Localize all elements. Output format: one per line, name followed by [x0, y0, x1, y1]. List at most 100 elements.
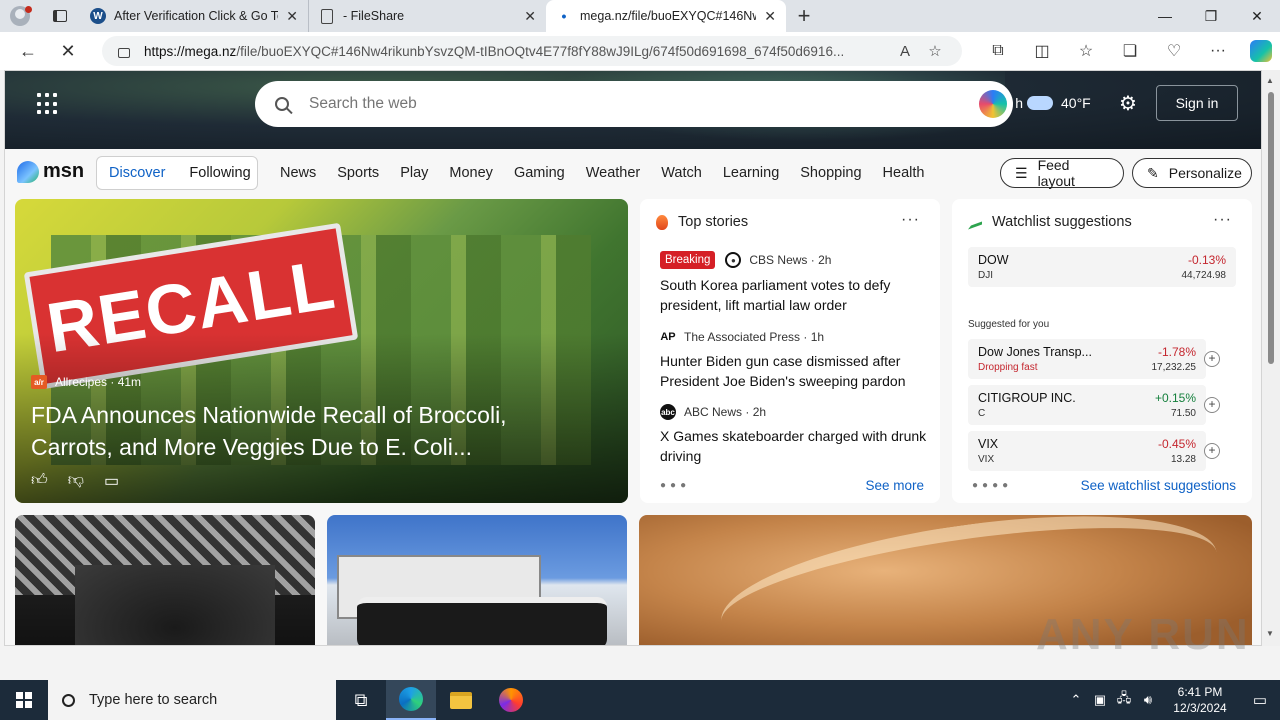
watchlist-suggestion-row[interactable]: VIX VIX -0.45% 13.28 +: [968, 431, 1220, 471]
taskbar-search-box[interactable]: Type here to search: [48, 680, 336, 720]
category-shopping[interactable]: Shopping: [800, 165, 861, 181]
weather-widget[interactable]: 40°F: [1027, 95, 1091, 111]
more-options-icon[interactable]: ···: [901, 211, 920, 229]
web-search-box[interactable]: h: [255, 81, 1023, 127]
story-item[interactable]: Breaking ● CBS News · 2h South Korea par…: [660, 251, 930, 315]
thumbs-up-icon[interactable]: 👍︎: [31, 471, 48, 491]
see-more-link[interactable]: See more: [865, 478, 924, 493]
news-image-card[interactable]: [15, 515, 315, 645]
msn-logo[interactable]: msn: [17, 160, 84, 183]
close-tab-icon[interactable]: ✕: [524, 8, 536, 25]
category-weather[interactable]: Weather: [586, 165, 641, 181]
category-list: News Sports Play Money Gaming Weather Wa…: [280, 165, 945, 181]
stock-chart-icon: [968, 214, 982, 230]
app-launcher-icon[interactable]: [37, 93, 59, 115]
chevron-up-icon[interactable]: ⌃: [1064, 692, 1088, 708]
bing-copilot-icon[interactable]: [979, 90, 1007, 118]
carousel-dots[interactable]: ●●●: [660, 480, 690, 491]
category-money[interactable]: Money: [449, 165, 493, 181]
close-tab-icon[interactable]: ✕: [764, 8, 776, 25]
collections-icon[interactable]: ❏: [1108, 41, 1152, 61]
taskbar-edge[interactable]: [386, 680, 436, 720]
tab-fileshare[interactable]: - FileShare ✕: [308, 0, 546, 32]
minimize-button[interactable]: —: [1142, 0, 1188, 32]
notifications-icon[interactable]: ▭: [1240, 691, 1280, 709]
category-gaming[interactable]: Gaming: [514, 165, 565, 181]
comment-icon[interactable]: ▭: [104, 471, 119, 491]
wordpress-icon: W: [90, 8, 106, 24]
category-watch[interactable]: Watch: [661, 165, 702, 181]
close-window-button[interactable]: ✕: [1234, 0, 1280, 32]
close-tab-icon[interactable]: ✕: [286, 8, 298, 25]
tab-actions-button[interactable]: [40, 0, 80, 32]
story-item[interactable]: AP The Associated Press · 1h Hunter Bide…: [660, 329, 930, 391]
system-clock[interactable]: 6:41 PM 12/3/2024: [1160, 684, 1240, 716]
scroll-down-icon[interactable]: ▼: [1266, 629, 1274, 638]
profile-button[interactable]: [0, 0, 40, 32]
tab-following[interactable]: Following: [177, 165, 262, 181]
anyrun-watermark: ANY RUN: [1036, 610, 1250, 659]
browser-essentials-icon[interactable]: ♡: [1152, 41, 1196, 61]
add-to-watchlist-icon[interactable]: +: [1204, 443, 1220, 459]
favorite-star-icon[interactable]: ☆: [920, 42, 950, 60]
featured-story-card[interactable]: RECALL a/r Allrecipes · 41m FDA Announce…: [15, 199, 628, 503]
copilot-icon[interactable]: [1250, 40, 1272, 62]
restore-button[interactable]: ❐: [1188, 0, 1234, 32]
folder-icon: [450, 691, 472, 709]
search-input[interactable]: [309, 95, 949, 113]
network-icon[interactable]: 🖧: [1112, 689, 1136, 711]
watchlist-row-dow[interactable]: DOW DJI -0.13% 44,724.98: [968, 247, 1236, 287]
scrollbar-thumb[interactable]: [1268, 92, 1274, 364]
personalize-button[interactable]: ✎ Personalize: [1132, 158, 1252, 188]
document-icon: [321, 8, 333, 24]
top-stories-card: Top stories ··· Breaking ● CBS News · 2h…: [640, 199, 940, 503]
category-news[interactable]: News: [280, 165, 316, 181]
carousel-dots[interactable]: ●●●●: [972, 480, 1012, 491]
extensions-icon[interactable]: ⧉: [976, 42, 1020, 60]
vertical-scrollbar[interactable]: ▲ ▼: [1262, 70, 1280, 646]
category-learning[interactable]: Learning: [723, 165, 779, 181]
watchlist-suggestion-row[interactable]: Dow Jones Transp... Dropping fast -1.78%…: [968, 339, 1220, 379]
category-health[interactable]: Health: [883, 165, 925, 181]
see-watchlist-link[interactable]: See watchlist suggestions: [1081, 478, 1236, 493]
back-button[interactable]: ←: [8, 32, 48, 70]
add-to-watchlist-icon[interactable]: +: [1204, 397, 1220, 413]
read-aloud-icon[interactable]: A: [890, 43, 920, 60]
gear-icon[interactable]: ⚙: [1117, 93, 1139, 115]
stop-loading-button[interactable]: ✕: [48, 32, 88, 70]
start-button[interactable]: [0, 680, 48, 720]
scroll-up-icon[interactable]: ▲: [1266, 76, 1274, 85]
featured-headline[interactable]: FDA Announces Nationwide Recall of Brocc…: [31, 399, 591, 463]
tab-wordpress[interactable]: W After Verification Click & Go To D ✕: [80, 0, 308, 32]
thumbs-down-icon[interactable]: 👎︎: [68, 471, 84, 491]
volume-icon[interactable]: 🔊︎: [1136, 692, 1160, 708]
tab-title: mega.nz/file/buoEXYQC#146Nw: [580, 9, 757, 23]
loading-icon: •: [561, 8, 567, 24]
category-play[interactable]: Play: [400, 165, 428, 181]
windows-taskbar: Type here to search ⧉ ⌃ ▣ 🖧 🔊︎ 6:41 PM 1…: [0, 680, 1280, 720]
windows-logo-icon: [16, 692, 32, 708]
tab-discover[interactable]: Discover: [97, 165, 177, 181]
lock-icon: [118, 48, 130, 58]
url-field[interactable]: https://mega.nz/file/buoEXYQC#146Nw4riku…: [102, 36, 962, 66]
taskbar-firefox[interactable]: [486, 680, 536, 720]
taskbar-file-explorer[interactable]: [436, 680, 486, 720]
story-item[interactable]: abc ABC News · 2h X Games skateboarder c…: [660, 404, 930, 466]
watchlist-suggestion-row[interactable]: CITIGROUP INC. C +0.15% 71.50 +: [968, 385, 1220, 425]
more-options-icon[interactable]: ···: [1213, 211, 1232, 229]
favorites-icon[interactable]: ☆: [1064, 41, 1108, 61]
device-icon[interactable]: ▣: [1088, 692, 1112, 708]
sign-in-button[interactable]: Sign in: [1156, 85, 1238, 121]
story-title: X Games skateboarder charged with drunk …: [660, 428, 927, 464]
suggested-label: Suggested for you: [968, 319, 1050, 330]
tab-mega-active[interactable]: • mega.nz/file/buoEXYQC#146Nw ✕: [546, 0, 786, 32]
new-tab-button[interactable]: +: [786, 0, 822, 32]
split-screen-icon[interactable]: ◫: [1020, 41, 1064, 61]
task-view-button[interactable]: ⧉: [336, 680, 386, 720]
add-to-watchlist-icon[interactable]: +: [1204, 351, 1220, 367]
category-sports[interactable]: Sports: [337, 165, 379, 181]
watchlist-card: Watchlist suggestions ··· DOW DJI -0.13%…: [952, 199, 1252, 503]
more-menu-icon[interactable]: ···: [1196, 42, 1240, 60]
news-image-card[interactable]: [327, 515, 627, 645]
feed-layout-button[interactable]: ☰ Feed layout: [1000, 157, 1124, 189]
